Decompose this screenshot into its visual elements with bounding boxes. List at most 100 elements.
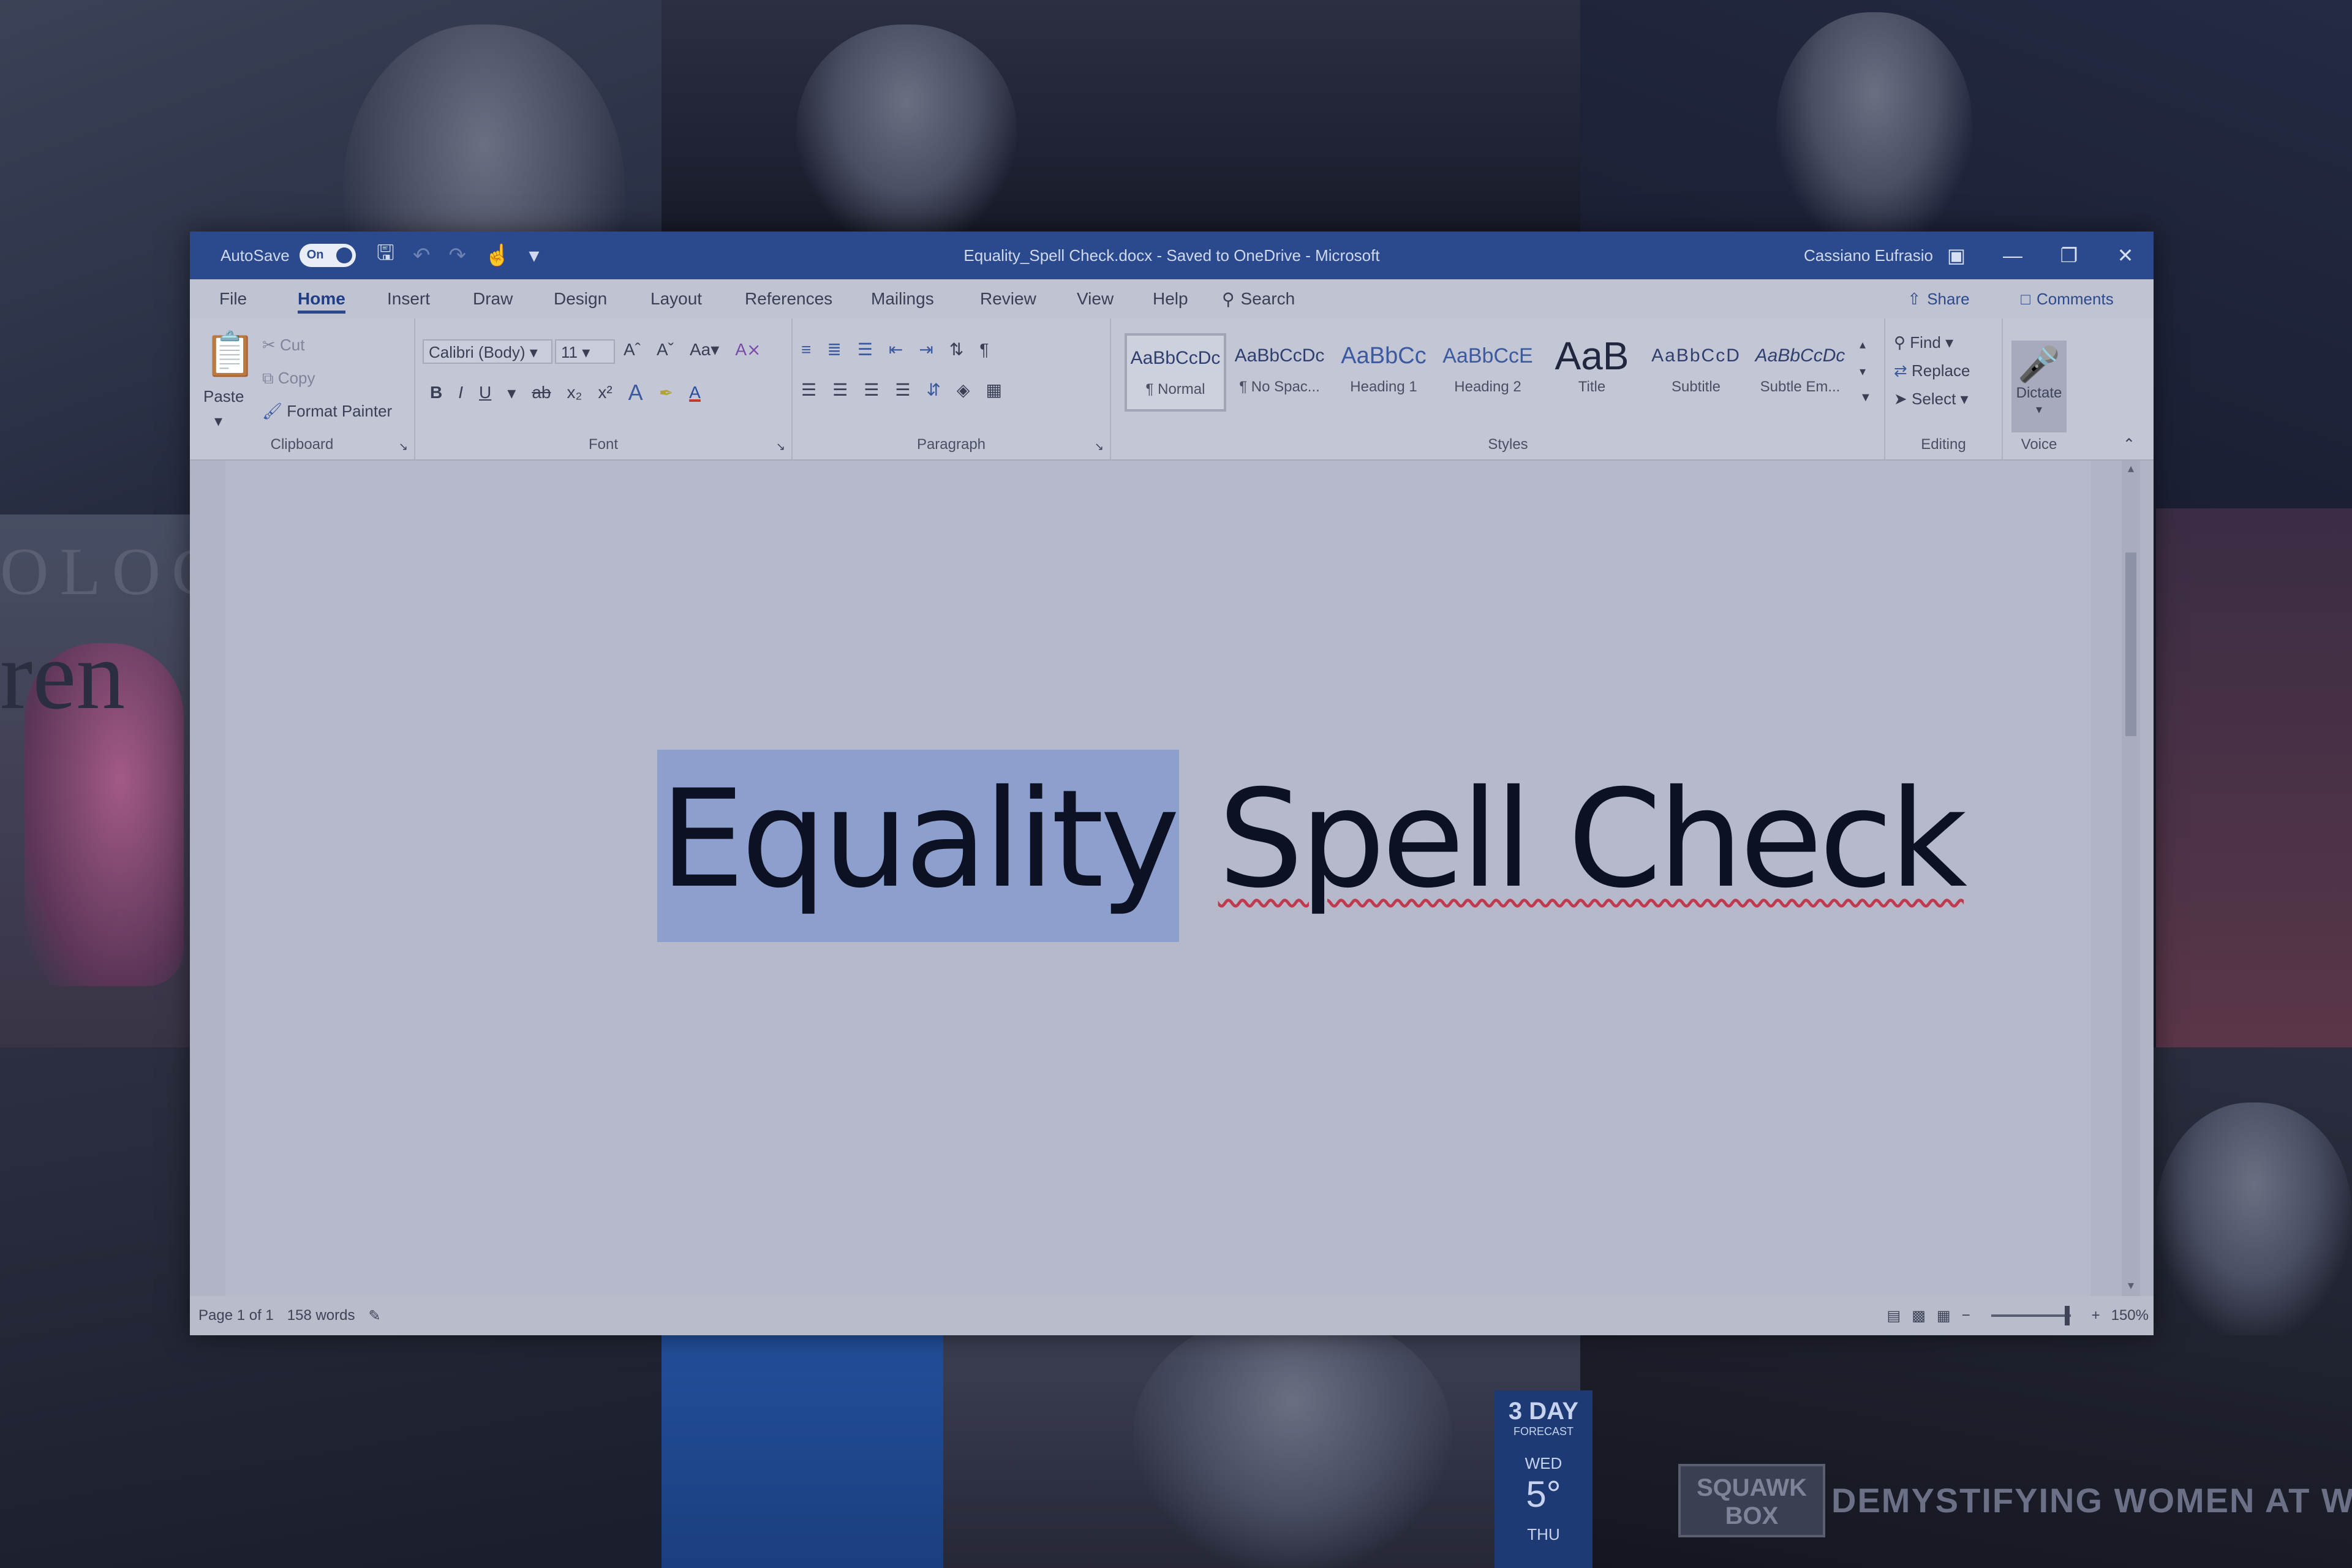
align-right-icon[interactable]: ☰: [864, 380, 879, 400]
minimize-icon[interactable]: —: [1985, 244, 2041, 267]
comments-button[interactable]: □ Comments: [2003, 285, 2132, 312]
justify-icon[interactable]: ☰: [895, 380, 910, 400]
numbering-icon[interactable]: ≣: [827, 339, 841, 360]
save-icon[interactable]: 🖫: [377, 238, 394, 273]
find-button[interactable]: ⚲ Find ▾: [1894, 333, 1953, 352]
paste-dropdown-icon[interactable]: ▾: [214, 412, 222, 431]
grow-font-icon[interactable]: Aˆ: [624, 340, 641, 360]
styles-scroll-down-icon[interactable]: ▾: [1860, 364, 1866, 379]
tab-layout[interactable]: Layout: [650, 279, 702, 318]
dialog-launcher-icon[interactable]: ↘: [1095, 440, 1104, 453]
select-button[interactable]: ➤ Select ▾: [1894, 390, 1969, 409]
font-size-select[interactable]: 11 ▾: [555, 339, 615, 364]
bg-person: [1133, 1311, 1452, 1568]
scroll-thumb[interactable]: [2125, 552, 2136, 736]
change-case-icon[interactable]: Aa▾: [690, 339, 719, 360]
borders-icon[interactable]: ▦: [986, 380, 1001, 400]
style-name: Subtle Em...: [1760, 379, 1841, 395]
align-center-icon[interactable]: ☰: [832, 380, 848, 400]
align-left-icon[interactable]: ☰: [801, 380, 816, 400]
search-box[interactable]: ⚲ Search: [1222, 279, 1295, 318]
paste-button[interactable]: Paste: [203, 387, 244, 406]
underline-icon[interactable]: U: [479, 383, 491, 402]
paste-icon[interactable]: 📋: [203, 330, 257, 380]
multilevel-list-icon[interactable]: ☰: [858, 339, 873, 360]
close-icon[interactable]: ✕: [2097, 244, 2154, 267]
text-effects-icon[interactable]: A: [628, 380, 643, 405]
customize-qat-icon[interactable]: ▾: [529, 243, 539, 268]
restore-icon[interactable]: ❐: [2041, 244, 2097, 267]
vertical-scrollbar[interactable]: ▴ ▾: [2122, 461, 2140, 1296]
underline-dropdown-icon[interactable]: ▾: [507, 383, 516, 403]
undo-icon[interactable]: ↶: [413, 243, 431, 268]
dialog-launcher-icon[interactable]: ↘: [399, 440, 408, 453]
replace-button[interactable]: ⇄ Replace: [1894, 361, 1970, 380]
autosave-toggle[interactable]: On: [299, 244, 356, 267]
decrease-indent-icon[interactable]: ⇤: [889, 339, 903, 360]
document-page[interactable]: Equality Spell Check: [225, 461, 2091, 1296]
user-name[interactable]: Cassiano Eufrasio: [1804, 232, 1933, 279]
document-text[interactable]: Equality Spell Check: [657, 750, 1968, 942]
proofing-icon[interactable]: ✎: [369, 1307, 381, 1325]
read-mode-icon[interactable]: ▤: [1887, 1307, 1901, 1325]
pilcrow-icon[interactable]: ¶: [979, 340, 989, 360]
style-heading-2[interactable]: AaBbCcE Heading 2: [1437, 333, 1539, 412]
tab-help[interactable]: Help: [1153, 279, 1188, 318]
dictate-button[interactable]: 🎤 Dictate ▾: [2011, 341, 2067, 432]
collapse-ribbon-icon[interactable]: ⌃: [2123, 435, 2135, 453]
word-count[interactable]: 158 words: [287, 1307, 355, 1324]
tab-insert[interactable]: Insert: [387, 279, 430, 318]
page-count[interactable]: Page 1 of 1: [198, 1307, 274, 1324]
zoom-level[interactable]: 150%: [2111, 1307, 2149, 1324]
share-button[interactable]: ⇧ Share: [1899, 285, 1978, 312]
zoom-slider-knob[interactable]: [2064, 1306, 2070, 1325]
style-normal[interactable]: AaBbCcDc ¶ Normal: [1125, 333, 1226, 412]
format-painter-button[interactable]: 🖌 Format Painter: [262, 402, 392, 421]
tab-review[interactable]: Review: [980, 279, 1036, 318]
font-color-icon[interactable]: A: [689, 383, 701, 402]
line-spacing-icon[interactable]: ⇵: [926, 380, 940, 400]
style-subtle-emphasis[interactable]: AaBbCcDc Subtle Em...: [1749, 333, 1851, 412]
tab-view[interactable]: View: [1077, 279, 1114, 318]
tab-home[interactable]: Home: [298, 279, 345, 318]
styles-scroll-up-icon[interactable]: ▴: [1860, 337, 1866, 352]
web-layout-icon[interactable]: ▦: [1937, 1307, 1951, 1325]
style-title[interactable]: AaB Title: [1541, 333, 1643, 412]
print-layout-icon[interactable]: ▩: [1912, 1307, 1926, 1325]
copy-button[interactable]: ⧉ Copy: [262, 369, 315, 388]
highlight-icon[interactable]: ✒: [659, 383, 673, 403]
tab-file[interactable]: File: [219, 279, 247, 318]
increase-indent-icon[interactable]: ⇥: [919, 339, 933, 360]
tab-mailings[interactable]: Mailings: [871, 279, 934, 318]
redo-icon[interactable]: ↷: [448, 243, 466, 268]
styles-more-icon[interactable]: ▼: [1860, 391, 1872, 405]
tab-design[interactable]: Design: [554, 279, 607, 318]
misspelled-text[interactable]: Spell Check: [1218, 761, 1968, 918]
selected-word[interactable]: Equality: [657, 750, 1180, 942]
dialog-launcher-icon[interactable]: ↘: [776, 440, 785, 453]
zoom-out-icon[interactable]: −: [1962, 1307, 1970, 1324]
style-subtitle[interactable]: AaBbCcD Subtitle: [1645, 333, 1747, 412]
font-family-select[interactable]: Calibri (Body) ▾: [423, 339, 552, 364]
cut-button[interactable]: ✂ Cut: [262, 336, 305, 355]
style-no-spacing[interactable]: AaBbCcDc ¶ No Spac...: [1229, 333, 1330, 412]
sort-icon[interactable]: ⇅: [949, 339, 963, 360]
scroll-up-icon[interactable]: ▴: [2122, 461, 2140, 479]
zoom-slider[interactable]: [1991, 1306, 2071, 1325]
subscript-icon[interactable]: x₂: [567, 383, 582, 402]
superscript-icon[interactable]: x²: [598, 383, 612, 402]
shading-icon[interactable]: ◈: [957, 380, 970, 400]
ribbon-display-icon[interactable]: ▣: [1928, 244, 1985, 267]
shrink-font-icon[interactable]: Aˇ: [657, 340, 674, 360]
bullets-icon[interactable]: ≡: [801, 340, 811, 360]
strikethrough-icon[interactable]: ab: [532, 383, 551, 402]
italic-icon[interactable]: I: [458, 383, 463, 402]
touch-mode-icon[interactable]: ☝: [484, 243, 510, 268]
zoom-in-icon[interactable]: +: [2092, 1307, 2100, 1324]
clear-format-icon[interactable]: A⨯: [735, 339, 761, 360]
bold-icon[interactable]: B: [430, 383, 442, 402]
scroll-down-icon[interactable]: ▾: [2122, 1278, 2140, 1296]
tab-references[interactable]: References: [745, 279, 832, 318]
tab-draw[interactable]: Draw: [473, 279, 513, 318]
style-heading-1[interactable]: AaBbCc Heading 1: [1333, 333, 1434, 412]
